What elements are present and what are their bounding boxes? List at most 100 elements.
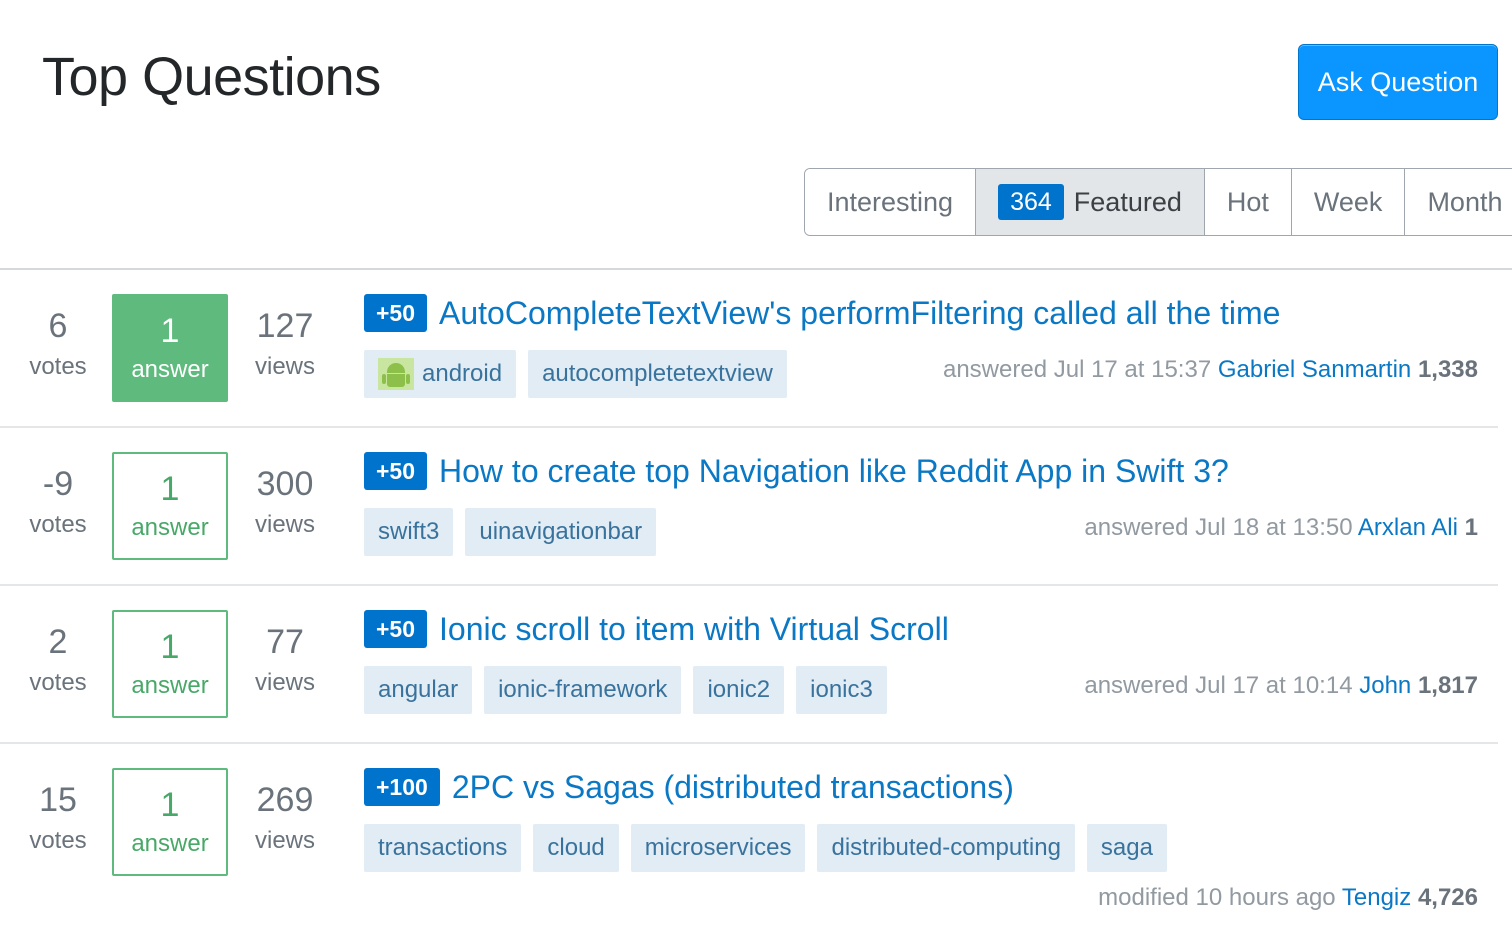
answer-count: 1 answer: [112, 610, 228, 718]
filter-tabs: Interesting 364 Featured Hot Week Month: [804, 168, 1512, 236]
question-title-line: +50 AutoCompleteTextView's performFilter…: [364, 294, 1280, 332]
answer-number: 1: [160, 628, 180, 666]
activity-text: modified 10 hours ago: [1098, 884, 1336, 911]
vote-number: -9: [42, 465, 74, 503]
question-title-link[interactable]: How to create top Navigation like Reddit…: [439, 453, 1229, 490]
reputation-score: 1: [1464, 514, 1478, 541]
vote-number: 6: [48, 307, 68, 345]
vote-number: 15: [39, 781, 77, 819]
tab-interesting[interactable]: Interesting: [805, 169, 977, 235]
answer-number: 1: [160, 312, 180, 350]
user-link[interactable]: Arxlan Ali: [1358, 514, 1458, 541]
tab-hot[interactable]: Hot: [1204, 169, 1292, 235]
question-activity: answered Jul 17 at 15:37 Gabriel Sanmart…: [943, 356, 1478, 384]
bounty-badge: +50: [364, 610, 428, 648]
tag-list: android autocompletetextview: [364, 350, 787, 398]
tag-list: swift3 uinavigationbar: [364, 508, 657, 556]
user-link[interactable]: John: [1359, 672, 1411, 699]
bounty-badge: +50: [364, 452, 428, 490]
question-summary: 2 votes 1 answer 77 views +50 Ionic scro…: [0, 586, 1498, 744]
vote-number: 2: [48, 623, 68, 661]
tab-label: Featured: [1073, 186, 1182, 217]
tag-ionic3[interactable]: ionic3: [796, 666, 887, 714]
view-label: views: [254, 511, 315, 538]
view-number: 77: [266, 623, 304, 661]
answer-number: 1: [160, 786, 180, 824]
question-title-line: +100 2PC vs Sagas (distributed transacti…: [364, 768, 1014, 806]
android-icon: [378, 358, 414, 390]
featured-count-badge: 364: [998, 184, 1064, 220]
tag-list: transactions cloud microservices distrib…: [364, 824, 1167, 872]
question-activity: answered Jul 17 at 10:14 John 1,817: [1084, 672, 1478, 700]
tag-swift3[interactable]: swift3: [364, 508, 454, 556]
tab-label: Month: [1427, 186, 1503, 217]
question-title-link[interactable]: Ionic scroll to item with Virtual Scroll: [439, 611, 949, 648]
vote-label: votes: [29, 511, 87, 538]
question-summary: 6 votes 1 answer 127 views +50 AutoCompl…: [0, 270, 1498, 428]
activity-text: answered Jul 18 at 13:50: [1084, 514, 1353, 541]
bounty-badge: +50: [364, 294, 428, 332]
question-title-line: +50 How to create top Navigation like Re…: [364, 452, 1229, 490]
tag-saga[interactable]: saga: [1086, 824, 1167, 872]
view-number: 300: [256, 465, 314, 503]
vote-count: 6 votes: [18, 306, 98, 382]
tag-label: android: [422, 360, 503, 387]
question-summary: 15 votes 1 answer 269 views +100 2PC vs …: [0, 744, 1498, 930]
view-number: 127: [256, 307, 314, 345]
tag-android[interactable]: android: [364, 350, 517, 398]
activity-text: answered Jul 17 at 10:14: [1084, 672, 1353, 699]
tag-angular[interactable]: angular: [364, 666, 473, 714]
question-activity: modified 10 hours ago Tengiz 4,726: [1098, 884, 1478, 912]
vote-label: votes: [29, 669, 87, 696]
view-label: views: [254, 669, 315, 696]
view-label: views: [254, 353, 315, 380]
reputation-score: 1,817: [1417, 672, 1478, 699]
view-count: 300 views: [240, 464, 330, 540]
reputation-score: 1,338: [1417, 356, 1478, 383]
tab-month[interactable]: Month: [1405, 169, 1512, 235]
activity-text: answered Jul 17 at 15:37: [942, 356, 1212, 383]
question-title-link[interactable]: AutoCompleteTextView's performFiltering …: [439, 295, 1280, 332]
vote-label: votes: [29, 827, 87, 854]
answer-count: 1 answer: [112, 768, 228, 876]
tag-uinavigationbar[interactable]: uinavigationbar: [465, 508, 657, 556]
user-link[interactable]: Gabriel Sanmartin: [1218, 356, 1411, 383]
question-summary: -9 votes 1 answer 300 views +50 How to c…: [0, 428, 1498, 586]
tab-featured[interactable]: 364 Featured: [976, 169, 1205, 235]
view-count: 127 views: [240, 306, 330, 382]
page: Top Questions Ask Question Interesting 3…: [0, 0, 1512, 930]
question-title-line: +50 Ionic scroll to item with Virtual Sc…: [364, 610, 949, 648]
tag-cloud[interactable]: cloud: [533, 824, 619, 872]
tag-microservices[interactable]: microservices: [630, 824, 806, 872]
tag-transactions[interactable]: transactions: [364, 824, 522, 872]
tag-ionic2[interactable]: ionic2: [693, 666, 785, 714]
tab-week[interactable]: Week: [1291, 169, 1406, 235]
reputation-score: 4,726: [1417, 884, 1478, 911]
answer-count-accepted: 1 answer: [112, 294, 228, 402]
tag-ionic-framework[interactable]: ionic-framework: [484, 666, 682, 714]
answer-label: answer: [131, 672, 209, 699]
tag-distributed-computing[interactable]: distributed-computing: [817, 824, 1075, 872]
vote-count: 15 votes: [18, 780, 98, 856]
answer-label: answer: [131, 830, 209, 857]
tag-list: angular ionic-framework ionic2 ionic3: [364, 666, 887, 714]
tag-autocompletetextview[interactable]: autocompletetextview: [528, 350, 787, 398]
vote-label: votes: [29, 353, 87, 380]
answer-label: answer: [131, 356, 209, 383]
bounty-badge: +100: [364, 768, 440, 806]
view-number: 269: [256, 781, 314, 819]
answer-label: answer: [131, 514, 209, 541]
view-count: 77 views: [240, 622, 330, 698]
user-link[interactable]: Tengiz: [1342, 884, 1411, 911]
ask-question-button[interactable]: Ask Question: [1298, 44, 1498, 120]
answer-number: 1: [160, 470, 180, 508]
tab-label: Week: [1313, 186, 1383, 217]
vote-count: 2 votes: [18, 622, 98, 698]
page-title: Top Questions: [42, 47, 381, 107]
tab-label: Interesting: [827, 186, 954, 217]
view-count: 269 views: [240, 780, 330, 856]
question-title-link[interactable]: 2PC vs Sagas (distributed transactions): [452, 769, 1014, 806]
vote-count: -9 votes: [18, 464, 98, 540]
view-label: views: [254, 827, 315, 854]
tab-label: Hot: [1226, 186, 1269, 217]
